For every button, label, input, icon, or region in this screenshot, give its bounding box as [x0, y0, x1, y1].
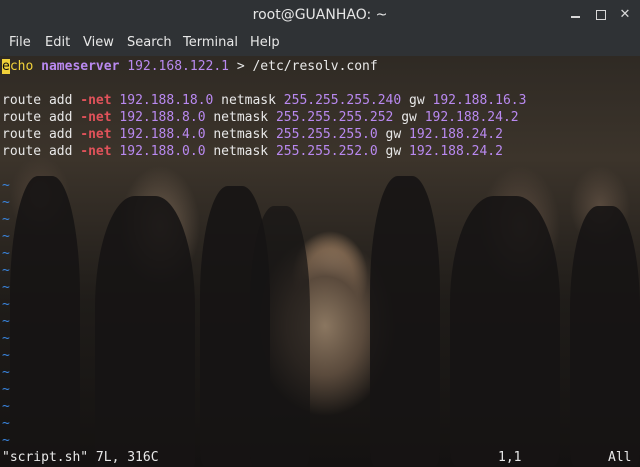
- text-cursor: e: [2, 59, 10, 74]
- route-network: 192.188.4.0: [119, 127, 206, 142]
- route-network: 192.188.0.0: [119, 144, 206, 159]
- background-figure: [95, 196, 195, 467]
- empty-line-tilde: ~: [2, 433, 10, 448]
- route-netmask-kw: netmask: [205, 127, 276, 142]
- redirect-target: > /etc/resolv.conf: [229, 59, 378, 74]
- background-figure: [450, 196, 560, 466]
- menu-file[interactable]: File: [9, 35, 31, 50]
- minimize-icon: [570, 16, 580, 18]
- keyword-echo: cho: [9, 59, 34, 74]
- empty-line-tilde: ~: [2, 263, 10, 278]
- ip-address: 192.168.122.1: [127, 59, 229, 74]
- empty-line-tilde: ~: [2, 416, 10, 431]
- route-option: -net: [80, 110, 112, 125]
- background-figure: [10, 176, 80, 467]
- route-netmask: 255.255.255.0: [275, 127, 378, 142]
- menu-edit[interactable]: Edit: [45, 35, 70, 50]
- empty-line-tilde: ~: [2, 382, 10, 397]
- route-gateway: 192.188.24.2: [409, 127, 503, 142]
- route-netmask: 255.255.255.252: [275, 110, 394, 125]
- empty-line-tilde: ~: [2, 365, 10, 380]
- route-gateway: 192.188.24.2: [424, 110, 519, 125]
- scroll-position: All: [608, 450, 632, 465]
- close-button[interactable]: ✕: [616, 6, 634, 24]
- empty-line-tilde: ~: [2, 280, 10, 295]
- empty-line-tilde: ~: [2, 399, 10, 414]
- route-gw-kw: gw: [393, 110, 425, 125]
- menu-search[interactable]: Search: [127, 35, 172, 50]
- background-figure: [250, 206, 310, 466]
- menu-view[interactable]: View: [83, 35, 114, 50]
- route-option: -net: [80, 93, 112, 108]
- route-command: route add: [2, 144, 81, 159]
- menu-help[interactable]: Help: [250, 35, 280, 50]
- terminal-area[interactable]: echo nameserver 192.168.122.1 > /etc/res…: [0, 56, 640, 467]
- route-network: 192.188.8.0: [119, 110, 206, 125]
- empty-line-tilde: ~: [2, 314, 10, 329]
- minimize-button[interactable]: [566, 6, 584, 24]
- code-line-6: route add -net 192.188.0.0 netmask 255.2…: [2, 143, 503, 160]
- route-netmask-kw: netmask: [213, 93, 284, 108]
- file-info: "script.sh" 7L, 316C: [2, 450, 159, 465]
- empty-line-tilde: ~: [2, 246, 10, 261]
- route-option: -net: [80, 144, 112, 159]
- route-netmask: 255.255.252.0: [275, 144, 378, 159]
- maximize-icon: [596, 10, 606, 20]
- terminal-window: root@GUANHAO: ~ ✕ File Edit View Search …: [0, 0, 640, 467]
- route-command: route add: [2, 93, 81, 108]
- route-option: -net: [80, 127, 112, 142]
- route-command: route add: [2, 110, 81, 125]
- code-line-5: route add -net 192.188.4.0 netmask 255.2…: [2, 126, 503, 143]
- title-bar: root@GUANHAO: ~ ✕: [0, 0, 640, 30]
- background-figure: [370, 176, 440, 466]
- route-network: 192.188.18.0: [119, 93, 214, 108]
- cursor-position: 1,1: [498, 450, 522, 465]
- route-netmask-kw: netmask: [205, 144, 276, 159]
- maximize-button[interactable]: [592, 6, 610, 24]
- code-line-3: route add -net 192.188.18.0 netmask 255.…: [2, 92, 526, 109]
- empty-line-tilde: ~: [2, 331, 10, 346]
- route-gw-kw: gw: [377, 144, 410, 159]
- empty-line-tilde: ~: [2, 297, 10, 312]
- menu-terminal[interactable]: Terminal: [183, 35, 238, 50]
- vim-status-line: "script.sh" 7L, 316C 1,1 All: [0, 449, 640, 467]
- route-gw-kw: gw: [401, 93, 433, 108]
- empty-line-tilde: ~: [2, 212, 10, 227]
- route-netmask: 255.255.255.240: [283, 93, 402, 108]
- command-nameserver: nameserver: [41, 59, 120, 74]
- window-title: root@GUANHAO: ~: [252, 7, 388, 23]
- background-figure: [570, 206, 640, 466]
- route-netmask-kw: netmask: [205, 110, 276, 125]
- code-line-4: route add -net 192.188.8.0 netmask 255.2…: [2, 109, 519, 126]
- empty-line-tilde: ~: [2, 348, 10, 363]
- empty-line-tilde: ~: [2, 195, 10, 210]
- menu-bar: File Edit View Search Terminal Help: [0, 30, 640, 56]
- route-gateway: 192.188.16.3: [432, 93, 527, 108]
- close-icon: ✕: [619, 7, 631, 22]
- route-command: route add: [2, 127, 81, 142]
- code-line-1: echo nameserver 192.168.122.1 > /etc/res…: [2, 58, 378, 75]
- route-gateway: 192.188.24.2: [409, 144, 503, 159]
- empty-line-tilde: ~: [2, 178, 10, 193]
- route-gw-kw: gw: [377, 127, 410, 142]
- empty-line-tilde: ~: [2, 229, 10, 244]
